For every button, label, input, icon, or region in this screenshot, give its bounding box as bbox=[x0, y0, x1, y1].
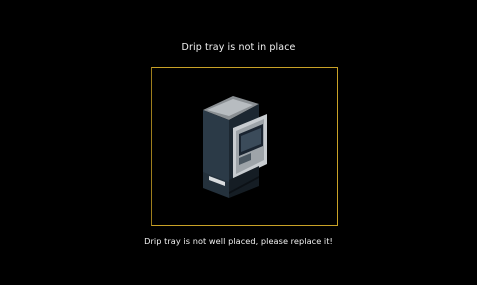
alert-message: Drip tray is not well placed, please rep… bbox=[144, 236, 333, 246]
alert-title: Drip tray is not in place bbox=[181, 42, 296, 53]
coffee-machine-icon bbox=[203, 96, 267, 198]
alert-screen: Drip tray is not in place Drip tray is n… bbox=[0, 0, 477, 285]
machine-image-frame bbox=[151, 67, 338, 226]
